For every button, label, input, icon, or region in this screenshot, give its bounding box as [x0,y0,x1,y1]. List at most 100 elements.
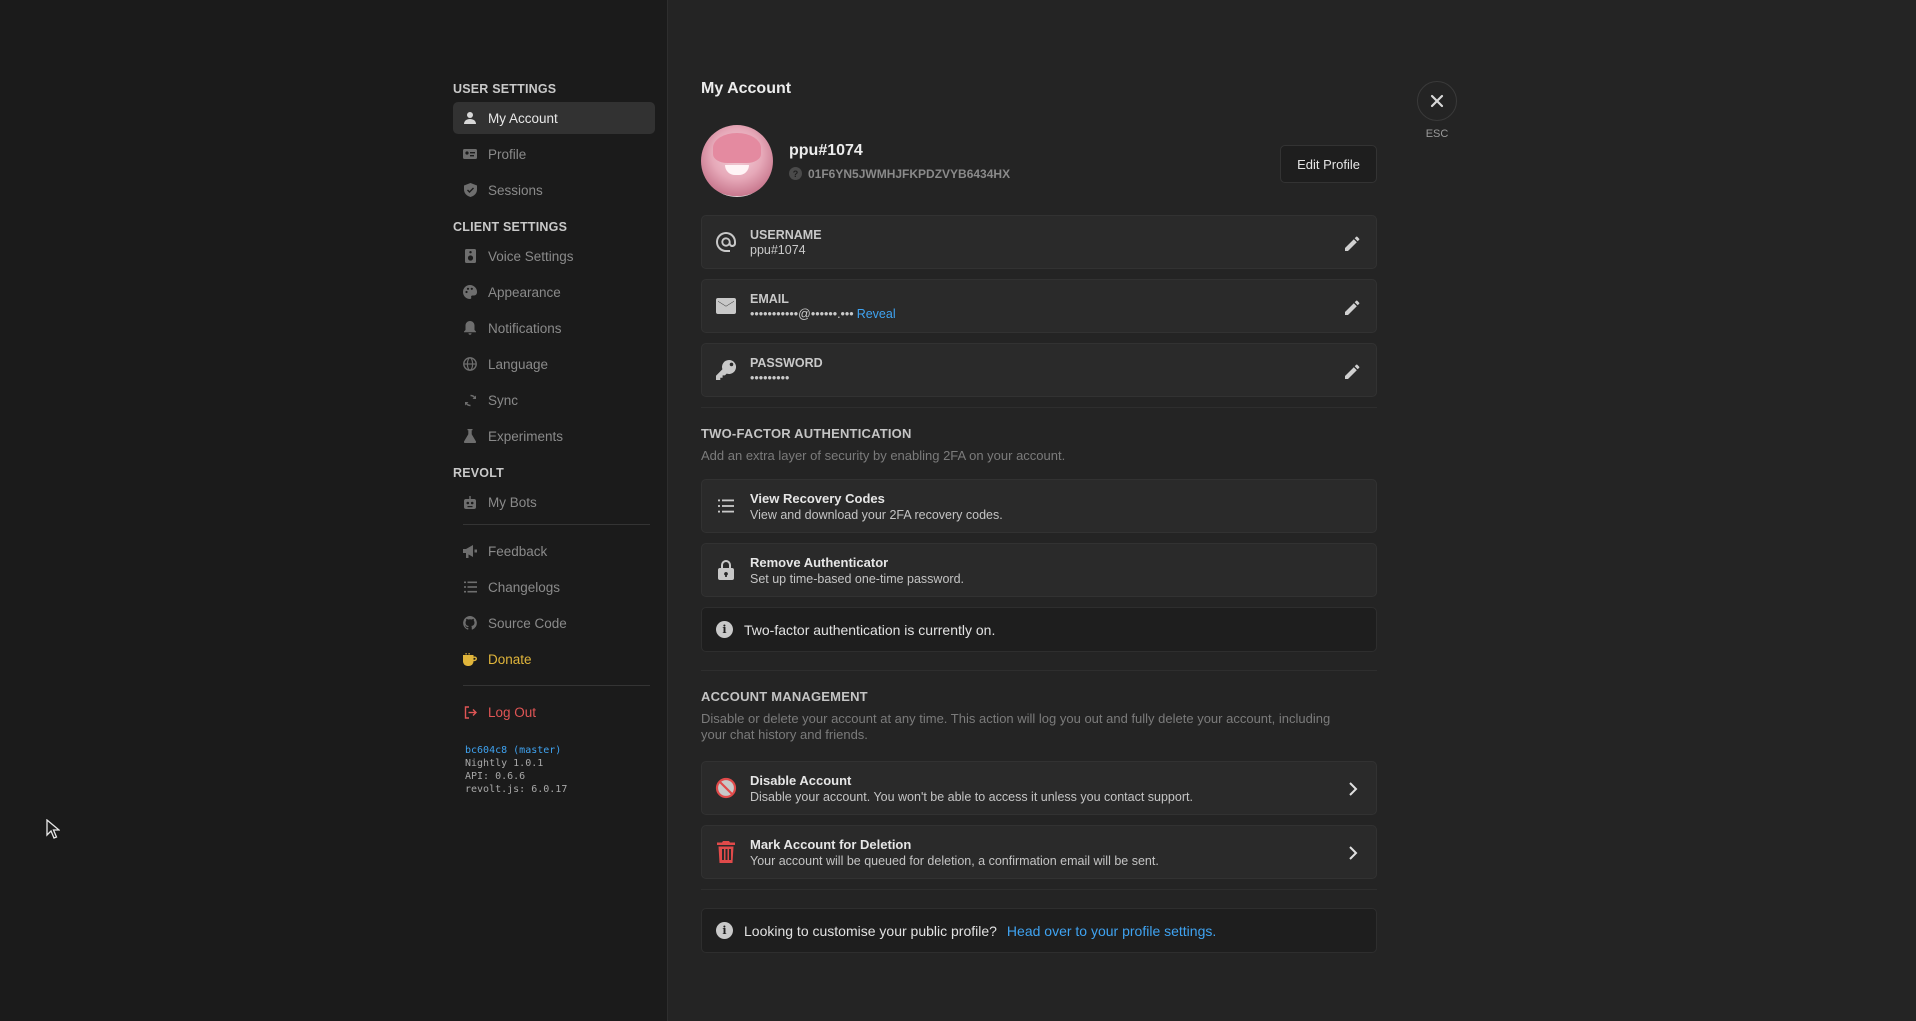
sidebar-item-my-account[interactable]: My Account [453,102,655,134]
esc-label: ESC [1425,128,1449,140]
profile-username: ppu#1074 [789,141,863,159]
sidebar-item-changelogs[interactable]: Changelogs [453,571,655,603]
sidebar-item-sessions[interactable]: Sessions [453,174,655,206]
sidebar-item-experiments[interactable]: Experiments [453,420,655,452]
disable-account-description: Disable your account. You won't be able … [750,789,1193,804]
lock-icon [702,560,750,580]
section-divider [701,670,1377,671]
revolt-heading: Revolt [453,466,504,480]
at-sign-icon [702,231,750,253]
password-value: ••••••••• [750,370,790,385]
mouse-cursor-icon [46,819,60,839]
close-settings: ESC [1416,81,1458,140]
sidebar-item-label: My Account [488,110,558,126]
sidebar-item-label: Voice Settings [488,248,574,264]
sidebar-item-sync[interactable]: Sync [453,384,655,416]
sidebar-divider [463,524,650,525]
sidebar-divider [463,685,650,686]
bell-icon [463,321,477,335]
settings-sidebar: User Settings My Account Profile Session… [453,80,655,796]
sidebar-item-label: Feedback [488,543,548,559]
block-icon [702,777,750,799]
trash-icon [702,841,750,863]
account-settings-panel: My Account ppu#1074 ? 01F6YN5JWMHJFKPDZV… [701,80,1377,953]
version-info: bc604c8 (master) Nightly 1.0.1 API: 0.6.… [453,744,655,796]
chevron-right-icon [1344,844,1362,862]
sidebar-item-log-out[interactable]: Log Out [453,696,655,728]
profile-user-id: 01F6YN5JWMHJFKPDZVYB6434HX [808,166,1011,181]
sidebar-item-source-code[interactable]: Source Code [453,607,655,639]
key-icon [702,360,750,380]
mail-icon [702,298,750,314]
two-factor-description: Add an extra layer of security by enabli… [701,448,1066,463]
mark-account-deletion-button[interactable]: Mark Account for Deletion Your account w… [701,825,1377,879]
log-out-icon [463,705,477,719]
sidebar-item-appearance[interactable]: Appearance [453,276,655,308]
globe-icon [463,357,477,371]
user-icon [463,111,477,125]
profile-settings-link[interactable]: Head over to your profile settings. [1007,923,1216,939]
version-revoltjs: revolt.js: 6.0.17 [465,784,568,795]
sidebar-item-voice-settings[interactable]: Voice Settings [453,240,655,272]
two-factor-heading: Two-Factor Authentication [701,426,912,441]
username-label: Username [750,227,822,242]
section-divider [701,407,1377,408]
remove-authenticator-button[interactable]: Remove Authenticator Set up time-based o… [701,543,1377,597]
password-field-card: Password ••••••••• [701,343,1377,397]
sidebar-item-label: Appearance [488,284,561,300]
sidebar-item-label: Changelogs [488,579,561,595]
sidebar-item-my-bots[interactable]: My Bots [453,486,655,518]
recovery-codes-title: View Recovery Codes [750,490,885,506]
page-title: My Account [701,80,792,97]
email-label: Email [750,291,789,306]
sync-icon [463,393,477,407]
sidebar-item-label: Experiments [488,428,564,444]
reveal-email-link[interactable]: Reveal [857,307,896,321]
sidebar-item-label: Source Code [488,615,567,631]
profile-tip-text: Looking to customise your public profile… [744,922,997,939]
shield-icon [463,183,477,197]
two-factor-status-tip: i Two-factor authentication is currently… [701,607,1377,652]
info-icon: i [716,621,733,638]
list-icon [463,580,477,594]
email-value-row: •••••••••••@••••••.••• Reveal [750,307,896,321]
view-recovery-codes-button[interactable]: View Recovery Codes View and download yo… [701,479,1377,533]
edit-username-pencil-icon[interactable] [1342,233,1362,253]
flask-icon [463,429,477,443]
email-value: •••••••••••@••••••.••• [750,306,854,321]
sidebar-item-label: Profile [488,146,527,162]
close-icon [1430,94,1444,108]
remove-authenticator-description: Set up time-based one-time password. [750,571,964,586]
sidebar-item-label: My Bots [488,494,537,510]
sidebar-item-profile[interactable]: Profile [453,138,655,170]
chevron-right-icon [1344,780,1362,798]
sidebar-item-label: Log Out [488,704,537,720]
client-settings-heading: Client Settings [453,220,568,234]
close-button[interactable] [1417,81,1457,121]
password-label: Password [750,355,823,370]
disable-account-button[interactable]: Disable Account Disable your account. Yo… [701,761,1377,815]
account-management-heading: Account Management [701,689,868,704]
edit-email-pencil-icon[interactable] [1342,297,1362,317]
sidebar-item-label: Donate [488,651,532,667]
edit-password-pencil-icon[interactable] [1342,361,1362,381]
help-icon: ? [789,167,802,180]
sidebar-item-notifications[interactable]: Notifications [453,312,655,344]
sidebar-item-language[interactable]: Language [453,348,655,380]
sidebar-item-feedback[interactable]: Feedback [453,535,655,567]
avatar [701,125,773,197]
account-management-description: Disable or delete your account at any ti… [701,711,1331,742]
coffee-icon [463,652,477,666]
speaker-icon [463,249,477,263]
info-icon: i [716,922,733,939]
version-commit[interactable]: bc604c8 (master) [465,744,655,757]
profile-info: ppu#1074 ? 01F6YN5JWMHJFKPDZVYB6434HX [789,142,1010,181]
sidebar-item-donate[interactable]: Donate [453,643,655,675]
profile-user-id-row[interactable]: ? 01F6YN5JWMHJFKPDZVYB6434HX [789,167,1010,181]
sidebar-item-label: Sessions [488,182,543,198]
megaphone-icon [463,544,477,558]
edit-profile-button[interactable]: Edit Profile [1280,145,1377,183]
email-field-card: Email •••••••••••@••••••.••• Reveal [701,279,1377,333]
sidebar-item-label: Notifications [488,320,562,336]
list-icon [702,499,750,513]
